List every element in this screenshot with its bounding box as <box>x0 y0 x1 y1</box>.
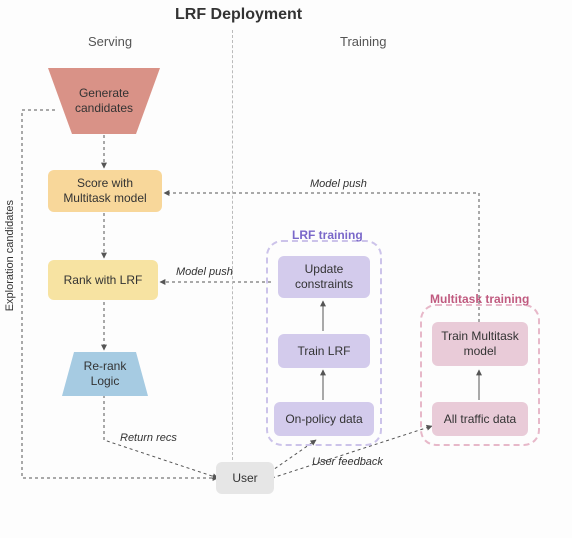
section-label-serving: Serving <box>88 34 132 49</box>
node-update-constraints: Updateconstraints <box>278 256 370 298</box>
node-label: Generate candidates <box>54 86 154 116</box>
node-label: Rank with LRF <box>64 273 143 288</box>
node-generate-candidates: Generate candidates <box>48 68 160 134</box>
diagram-title: LRF Deployment <box>175 6 302 24</box>
edge-label-return-recs: Return recs <box>120 432 177 444</box>
node-label-l2: constraints <box>295 277 353 291</box>
node-all-traffic-data: All traffic data <box>432 402 528 436</box>
node-label: Train LRF <box>298 344 351 359</box>
node-user: User <box>216 462 274 494</box>
edge-label-model-push-top: Model push <box>310 178 367 190</box>
axis-label-exploration: Exploration candidates <box>4 200 16 311</box>
node-rerank-logic: Re-rankLogic <box>62 352 148 396</box>
node-label-l1: Score with <box>77 176 133 190</box>
node-label: All traffic data <box>444 412 516 427</box>
edge-label-user-feedback: User feedback <box>312 456 383 468</box>
node-train-multitask: Train Multitaskmodel <box>432 322 528 366</box>
group-label-multitask: Multitask training <box>430 292 529 306</box>
node-train-lrf: Train LRF <box>278 334 370 368</box>
node-rank-lrf: Rank with LRF <box>48 260 158 300</box>
node-label-l2: Multitask model <box>63 191 146 205</box>
node-label-l2: Logic <box>91 374 120 388</box>
node-label-l1: Update <box>305 262 344 276</box>
node-label: User <box>232 471 257 486</box>
node-label: On-policy data <box>285 412 362 427</box>
group-label-lrf: LRF training <box>292 228 363 242</box>
node-label-l1: Re-rank <box>84 359 127 373</box>
node-on-policy-data: On-policy data <box>274 402 374 436</box>
section-divider <box>232 30 233 460</box>
section-label-training: Training <box>340 34 386 49</box>
node-label-l2: model <box>464 344 497 358</box>
node-score-multitask: Score withMultitask model <box>48 170 162 212</box>
node-label-l1: Train Multitask <box>441 329 519 343</box>
edge-label-model-push-mid: Model push <box>176 266 233 278</box>
